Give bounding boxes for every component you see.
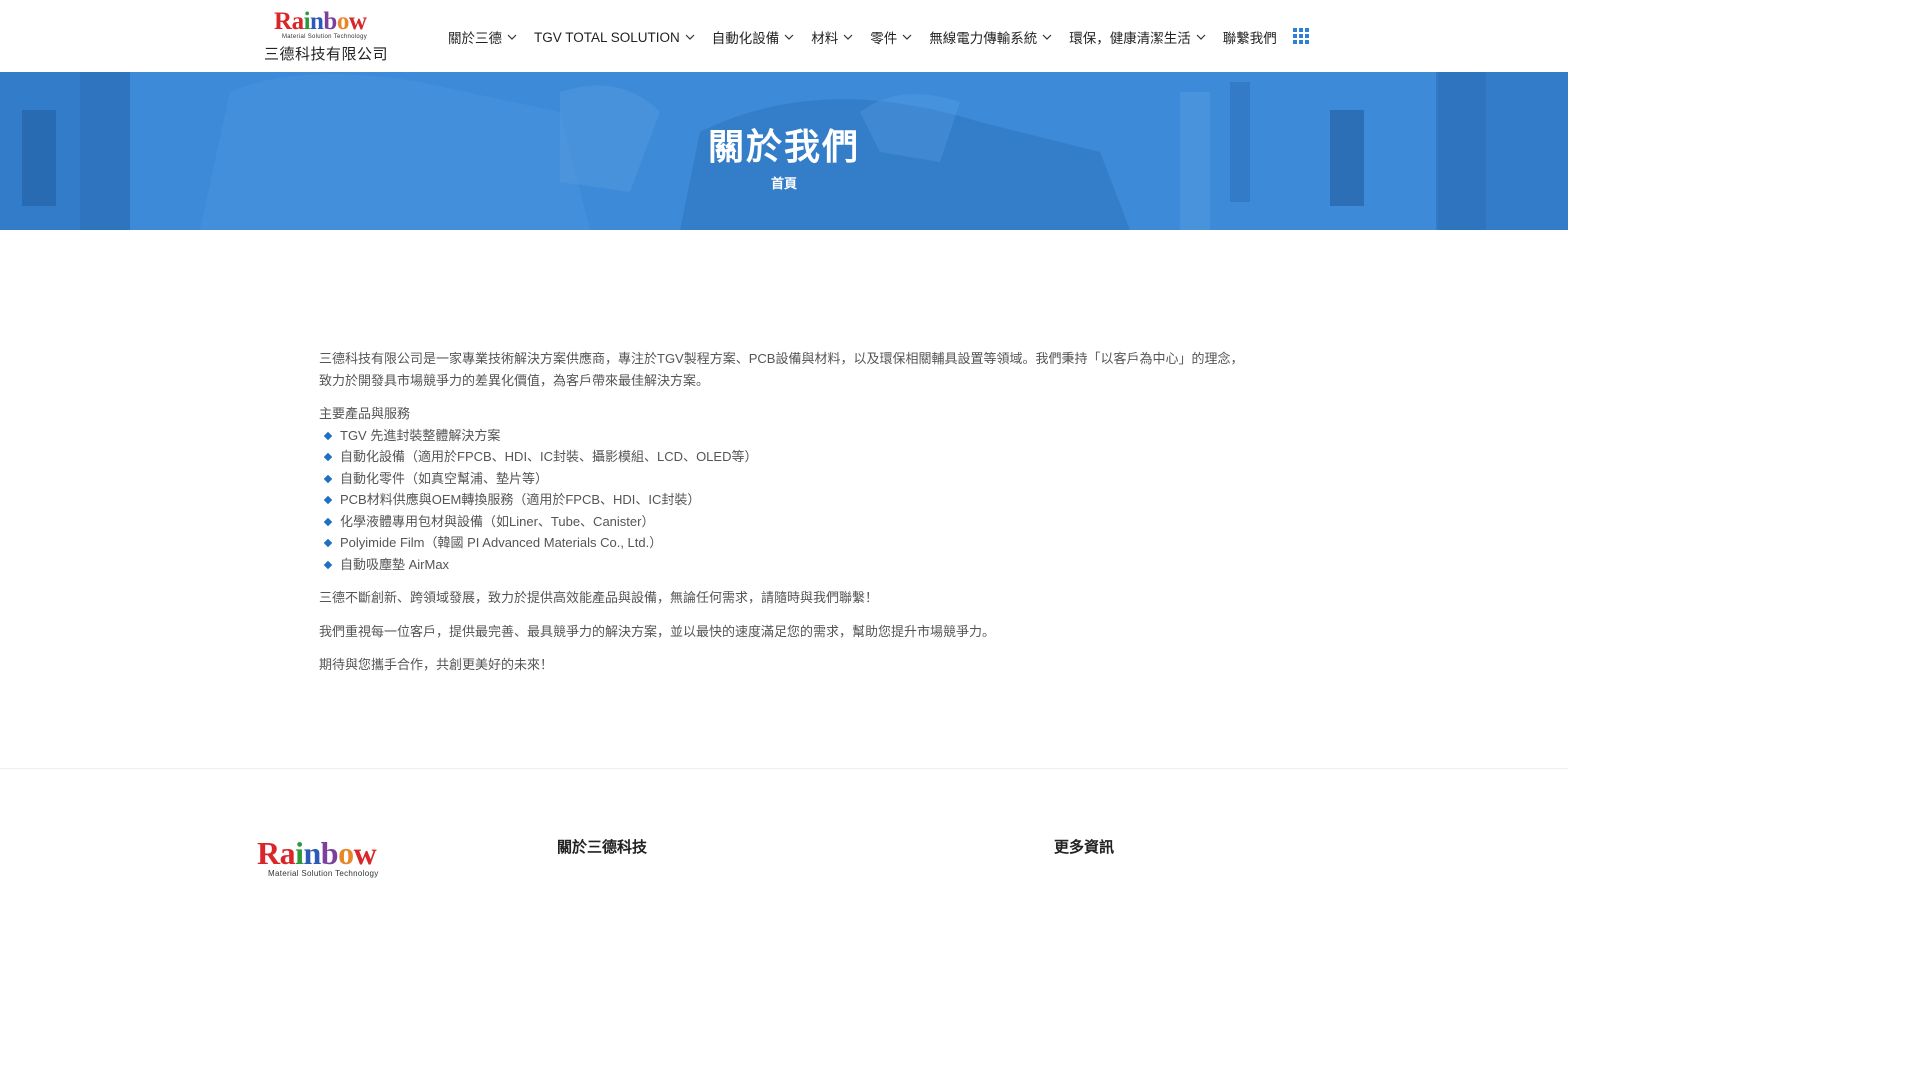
intro-paragraph: 三德科技有限公司是一家專業技術解決方案供應商，專注於TGV製程方案、PCB設備與…: [319, 351, 1244, 388]
chevron-down-icon: [1196, 34, 1206, 40]
chevron-down-icon: [685, 34, 695, 40]
nav-item-label: 材料: [811, 31, 839, 46]
footer-logo-wordmark: Rainbow: [257, 835, 377, 871]
bullet-diamond-icon: [323, 431, 333, 440]
list-item: 化學液體專用包材與設備（如Liner、Tube、Canister）: [319, 511, 1249, 533]
closing-paragraph: 期待與您攜手合作，共創更美好的未來！: [319, 657, 554, 672]
footer-logo[interactable]: Rainbow Material Solution Technology: [257, 835, 397, 882]
nav-item-about[interactable]: 關於三德: [448, 27, 517, 47]
site-header: Rainbow Material Solution Technology 三德科…: [0, 0, 1568, 72]
list-item: Polyimide Film（韓國 PI Advanced Materials …: [319, 532, 1249, 554]
services-list: TGV 先進封裝整體解決方案 自動化設備（適用於FPCB、HDI、IC封裝、攝影…: [319, 425, 1249, 576]
bullet-diamond-icon: [323, 474, 333, 483]
nav-item-parts[interactable]: 零件: [870, 27, 912, 47]
chevron-down-icon: [784, 34, 794, 40]
list-item: 自動化零件（如真空幫浦、墊片等）: [319, 468, 1249, 490]
services-heading: 主要產品與服務: [319, 406, 411, 421]
about-content: 三德科技有限公司是一家專業技術解決方案供應商，專注於TGV製程方案、PCB設備與…: [319, 348, 1249, 688]
nav-item-contact[interactable]: 聯繫我們: [1223, 27, 1277, 47]
bullet-diamond-icon: [323, 517, 333, 526]
logo-tagline: Material Solution Technology: [282, 34, 368, 40]
nav-item-label: 自動化設備: [711, 31, 780, 46]
footer-divider: [0, 768, 1568, 769]
nav-item-eco-health[interactable]: 環保，健康清潔生活: [1069, 27, 1206, 47]
nav-item-label: 聯繫我們: [1222, 31, 1277, 46]
chevron-down-icon: [843, 34, 853, 40]
list-item: TGV 先進封裝整體解決方案: [319, 425, 1249, 447]
nav-item-label: 關於三德: [448, 31, 502, 46]
nav-item-label: 無線電力傳輸系統: [929, 31, 1038, 46]
page-hero-banner: 關於我們 首頁: [0, 72, 1568, 230]
bullet-diamond-icon: [323, 560, 333, 569]
logo-wordmark: Rainbow: [274, 8, 367, 35]
nav-item-label: 零件: [870, 31, 898, 46]
page-title: 關於我們: [707, 126, 860, 167]
nav-item-label: 環保，健康清潔生活: [1069, 31, 1191, 46]
nav-item-materials[interactable]: 材料: [811, 27, 853, 47]
company-name: 三德科技有限公司: [264, 46, 389, 63]
nav-item-wireless-power[interactable]: 無線電力傳輸系統: [929, 27, 1052, 47]
bullet-diamond-icon: [323, 538, 333, 548]
nav-item-automation[interactable]: 自動化設備: [712, 27, 795, 47]
breadcrumb-home-link[interactable]: 首頁: [0, 173, 1568, 192]
chevron-down-icon: [1042, 34, 1052, 40]
innovation-paragraph: 三德不斷創新、跨領域發展，致力於提供高效能產品與設備，無論任何需求，請隨時與我們…: [319, 590, 879, 605]
list-item: 自動化設備（適用於FPCB、HDI、IC封裝、攝影模組、LCD、OLED等）: [319, 446, 1249, 468]
bullet-diamond-icon: [323, 452, 333, 462]
chevron-down-icon: [507, 34, 517, 40]
footer-more-heading: 更多資訊: [1054, 839, 1115, 856]
chevron-down-icon: [902, 34, 912, 40]
grid-icon[interactable]: [1293, 28, 1309, 44]
main-nav: 關於三德 TGV TOTAL SOLUTION 自動化設備 材料 零件 無線電力…: [448, 26, 1294, 48]
footer-logo-tagline: Material Solution Technology: [268, 869, 379, 878]
list-item: PCB材料供應與OEM轉換服務（適用於FPCB、HDI、IC封裝）: [319, 489, 1249, 511]
customer-paragraph: 我們重視每一位客戶，提供最完善、最具競爭力的解決方案，並以最快的速度滿足您的需求…: [319, 623, 996, 639]
nav-item-label: TGV TOTAL SOLUTION: [534, 29, 680, 45]
brand-logo[interactable]: Rainbow Material Solution Technology 三德科…: [262, 8, 392, 66]
list-item: 自動吸塵墊 AirMax: [319, 554, 1249, 576]
bullet-diamond-icon: [323, 495, 333, 505]
nav-item-tgv[interactable]: TGV TOTAL SOLUTION: [534, 30, 695, 45]
footer-about-heading: 關於三德科技: [557, 839, 648, 856]
